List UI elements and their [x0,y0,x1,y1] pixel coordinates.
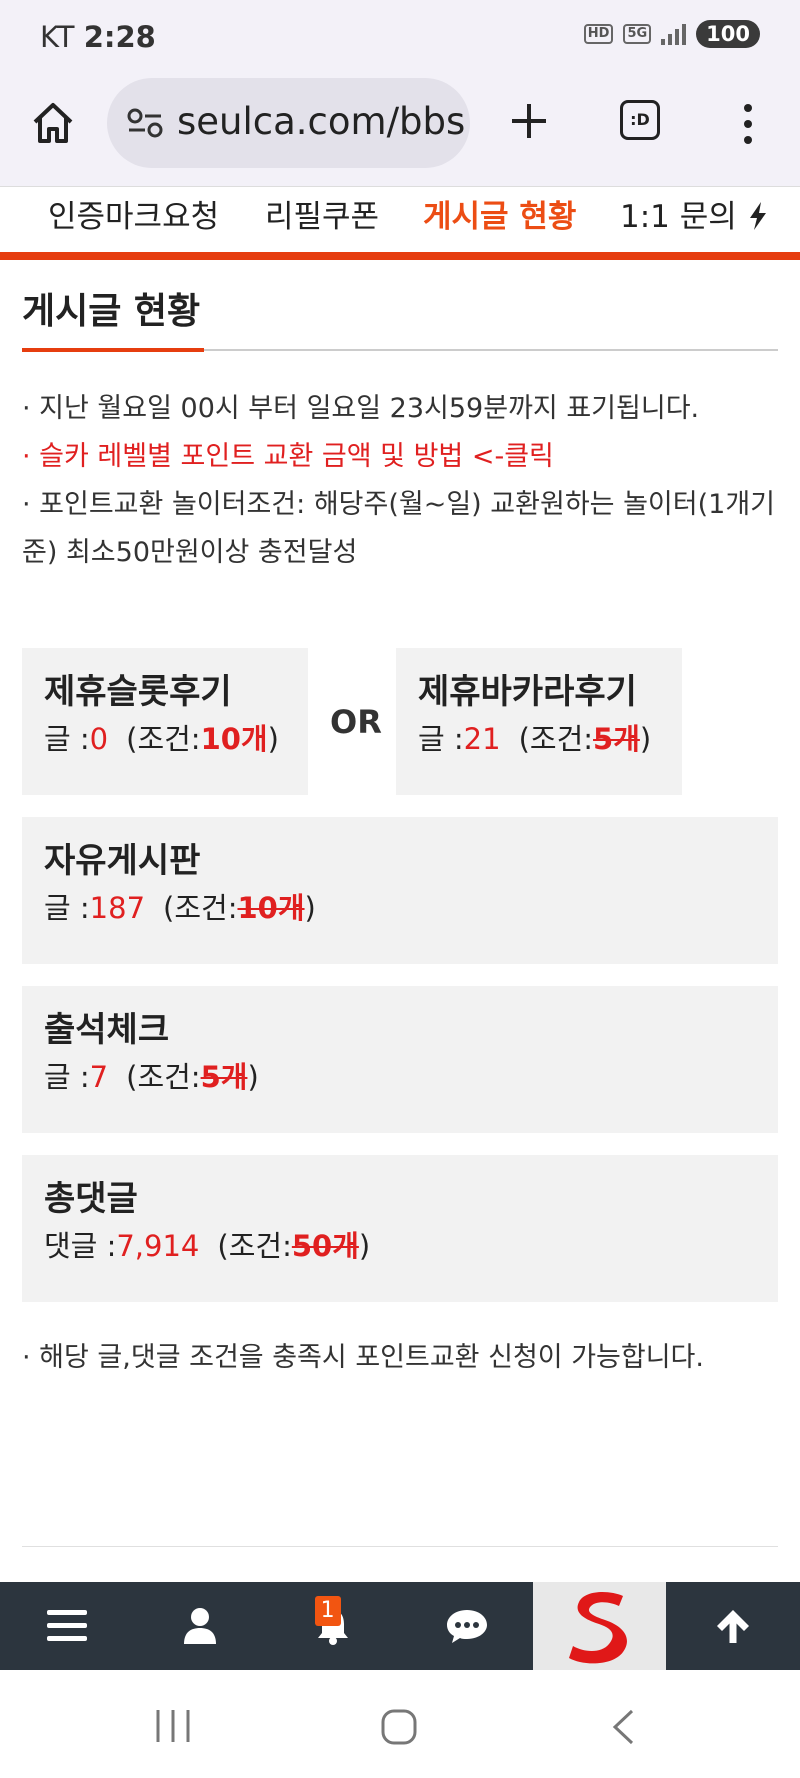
android-navigation-bar [0,1670,800,1778]
post-count: 187 [89,891,146,925]
card-slot-review[interactable]: 제휴슬롯후기 글 :0 (조건:10개) [22,648,308,795]
home-icon [33,103,73,143]
clock: 2:28 [83,20,156,54]
condition-label: (조건: [126,722,201,756]
post-count: 21 [463,722,501,756]
condition-value: 5개 [200,1060,248,1094]
card-stats: 글 :21 (조건:5개) [418,716,660,762]
count-label: 댓글 : [44,1229,117,1263]
network-5g-icon: 5G [623,24,652,44]
carrier-label: KT [40,20,75,54]
signal-icon [661,23,687,45]
subnav-item-inquiry-label: 1:1 문의 [620,199,737,235]
back-icon[interactable] [610,1708,636,1746]
subnav-item-post-status[interactable]: 게시글 현황 [423,191,576,236]
chat-icon [446,1610,487,1643]
condition-close: ) [247,1060,259,1094]
menu-button[interactable] [0,1582,133,1670]
card-title: 총댓글 [44,1179,138,1219]
profile-button[interactable] [133,1582,266,1670]
notice-period: · 지난 월요일 00시 부터 일요일 23시59분까지 표기됩니다. [22,393,700,424]
home-nav-icon[interactable] [380,1708,418,1746]
browser-menu-button[interactable] [738,104,758,144]
site-logo-button[interactable] [533,1582,667,1670]
tab-switcher-button[interactable]: :D [620,100,660,140]
count-label: 글 : [44,891,90,925]
card-title: 자유게시판 [44,841,201,881]
post-count: 0 [89,722,109,756]
count-label: 글 : [418,722,464,756]
footer-note: · 해당 글,댓글 조건을 충족시 포인트교환 신청이 가능합니다. [22,1342,704,1373]
condition-value: 10개 [200,722,268,756]
notifications-button[interactable]: 1 [267,1582,400,1670]
post-count: 7 [89,1060,109,1094]
card-title: 제휴바카라후기 [418,672,637,712]
condition-label: (조건: [126,1060,201,1094]
condition-value: 50개 [291,1229,359,1263]
card-title: 출석체크 [44,1010,170,1050]
card-total-comments[interactable]: 총댓글 댓글 :7,914 (조건:50개) [22,1155,778,1302]
condition-close: ) [304,891,316,925]
condition-label: (조건: [163,891,238,925]
condition-label: (조건: [217,1229,292,1263]
page-title: 게시글 현황 [22,291,201,332]
plus-icon [512,104,546,138]
chat-button[interactable] [400,1582,533,1670]
site-settings-icon[interactable] [127,108,163,138]
condition-value: 5개 [593,722,640,756]
bottom-toolbar: 1 [0,1582,800,1670]
lightning-icon [749,202,766,230]
point-exchange-link[interactable]: · 슬카 레벨별 포인트 교환 금액 및 방법 <-클릭 [22,433,782,481]
subnav-item-certification[interactable]: 인증마크요청 [48,191,219,236]
scroll-top-button[interactable] [666,1582,799,1670]
menu-icon [46,1610,87,1641]
hd-icon: HD [583,24,614,44]
subnav-item-refill-coupon[interactable]: 리필쿠폰 [265,191,379,236]
card-attendance[interactable]: 출석체크 글 :7 (조건:5개) [22,986,778,1133]
card-free-board[interactable]: 자유게시판 글 :187 (조건:10개) [22,817,778,964]
arrow-up-icon [717,1610,750,1643]
notification-badge: 1 [314,1596,341,1626]
battery-indicator: 100 [696,20,760,48]
card-stats: 글 :187 (조건:10개) [44,885,756,931]
condition-close: ) [267,722,279,756]
site-logo [568,1592,627,1664]
card-baccarat-review[interactable]: 제휴바카라후기 글 :21 (조건:5개) [396,648,682,795]
sub-navigation: 인증마크요청 리필쿠폰 게시글 현황 1:1 문의 [0,186,800,252]
home-button[interactable] [30,100,76,146]
subnav-item-inquiry[interactable]: 1:1 문의 [620,191,769,236]
condition-close: ) [358,1229,371,1263]
status-bar: KT 2:28 HD 5G 100 [0,0,800,74]
subnav-underline [0,252,800,260]
footer-divider [22,1546,778,1547]
condition-close: ) [639,722,652,756]
new-tab-button[interactable] [510,102,548,140]
url-text: seulca.com/bbs [177,100,466,143]
count-label: 글 : [44,1060,90,1094]
title-divider-accent [22,348,204,352]
condition-label: (조건: [518,722,594,756]
comment-count: 7,914 [116,1229,200,1263]
card-stats: 글 :0 (조건:10개) [44,716,286,762]
condition-value: 10개 [237,891,305,925]
carrier-time: KT 2:28 [40,20,156,54]
or-label: OR [330,703,382,741]
user-icon [183,1608,216,1644]
card-stats: 글 :7 (조건:5개) [44,1054,756,1100]
recent-apps-icon[interactable] [154,1708,192,1744]
status-icons: HD 5G 100 [583,20,760,48]
card-stats: 댓글 :7,914 (조건:50개) [44,1223,756,1269]
address-bar[interactable]: seulca.com/bbs [107,78,470,168]
card-title: 제휴슬롯후기 [44,672,232,712]
notice-list: · 지난 월요일 00시 부터 일요일 23시59분까지 표기됩니다. · 슬카… [22,385,782,577]
browser-toolbar: seulca.com/bbs :D [0,74,800,186]
notice-condition: · 포인트교환 놀이터조건: 해당주(월~일) 교환원하는 놀이터(1개기준) … [22,489,775,568]
count-label: 글 : [44,722,90,756]
